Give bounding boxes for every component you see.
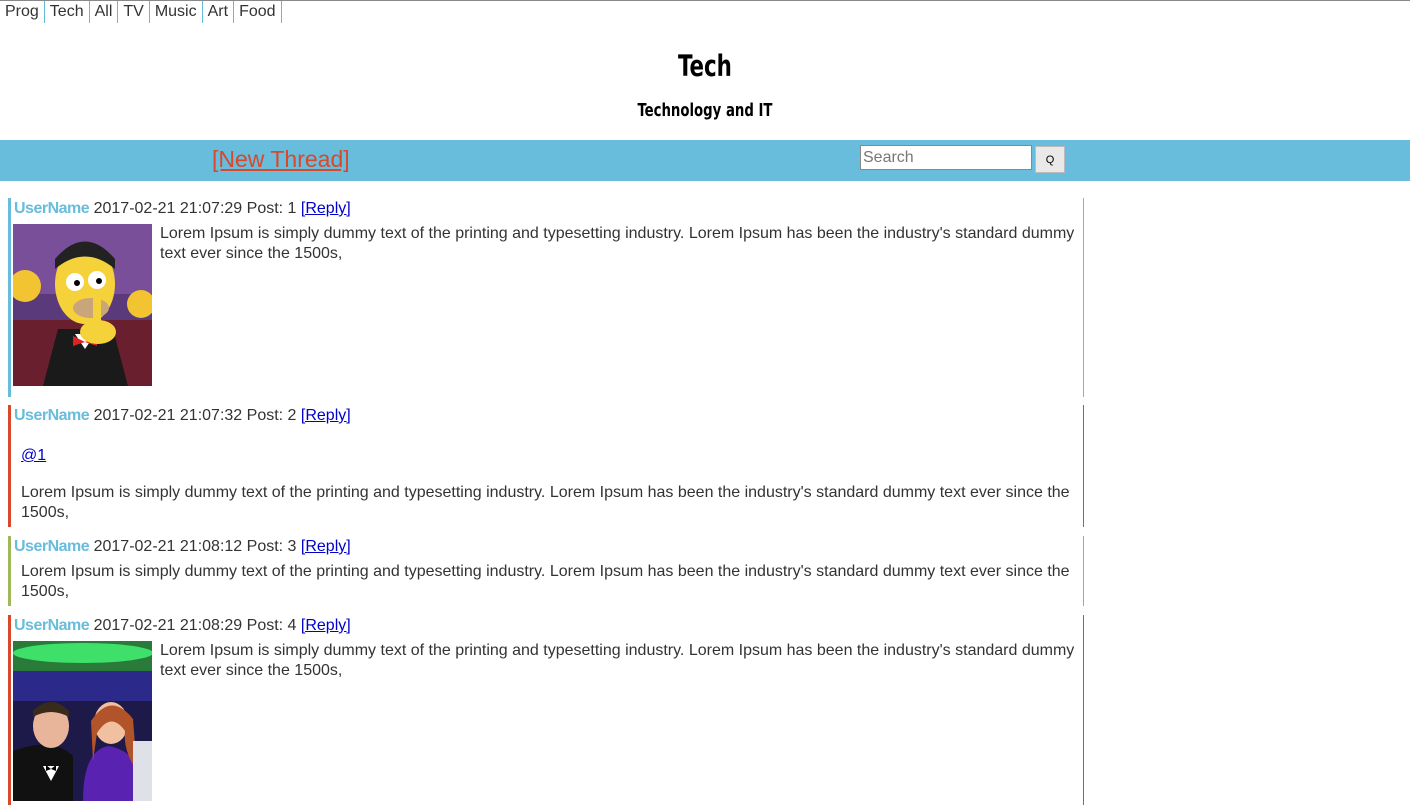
post-username[interactable]: UserName	[14, 407, 90, 424]
post-number: Post: 3	[246, 538, 297, 555]
post: UserName 2017-02-21 21:08:29 Post: 4 [Re…	[8, 615, 1084, 805]
post-username[interactable]: UserName	[14, 617, 90, 634]
post-username[interactable]: UserName	[14, 538, 90, 555]
post-date: 2017-02-21 21:08:29	[93, 617, 243, 634]
post-meta: UserName 2017-02-21 21:07:32 Post: 2 [Re…	[14, 407, 351, 425]
post-meta: UserName 2017-02-21 21:07:29 Post: 1 [Re…	[14, 200, 351, 218]
nav-item-art[interactable]: Art	[203, 1, 235, 23]
nav-item-tech[interactable]: Tech	[45, 1, 90, 23]
reply-link[interactable]: [Reply]	[301, 617, 351, 634]
post-username[interactable]: UserName	[14, 200, 90, 217]
nav-item-prog[interactable]: Prog	[0, 1, 45, 23]
post-meta: UserName 2017-02-21 21:08:12 Post: 3 [Re…	[14, 538, 351, 556]
post-date: 2017-02-21 21:07:32	[93, 407, 243, 424]
post-date: 2017-02-21 21:07:29	[93, 200, 243, 217]
nav-item-all[interactable]: All	[90, 1, 119, 23]
quote-link[interactable]: @1	[21, 447, 46, 465]
toolbar: [New Thread] Q	[0, 140, 1410, 181]
post-text: Lorem Ipsum is simply dummy text of the …	[160, 225, 1075, 262]
board-subtitle: Technology and IT	[637, 100, 773, 121]
reply-link[interactable]: [Reply]	[301, 538, 351, 555]
nav-item-tv[interactable]: TV	[118, 1, 150, 23]
post-text: Lorem Ipsum is simply dummy text of the …	[21, 563, 1070, 600]
post: UserName 2017-02-21 21:07:29 Post: 1 [Re…	[8, 198, 1084, 397]
post-date: 2017-02-21 21:08:12	[93, 538, 243, 555]
post: UserName 2017-02-21 21:08:12 Post: 3 [Re…	[8, 536, 1084, 606]
board-title: Tech	[678, 49, 732, 83]
post-text: Lorem Ipsum is simply dummy text of the …	[21, 484, 1070, 521]
post-image-cartoon[interactable]	[13, 224, 152, 386]
post-meta: UserName 2017-02-21 21:08:29 Post: 4 [Re…	[14, 617, 351, 635]
nav-item-music[interactable]: Music	[150, 1, 203, 23]
post-image-photo[interactable]	[13, 641, 152, 801]
reply-link[interactable]: [Reply]	[301, 407, 351, 424]
post-number: Post: 4	[246, 617, 297, 634]
post-number: Post: 2	[246, 407, 297, 424]
search-input[interactable]	[860, 145, 1032, 170]
post-text: Lorem Ipsum is simply dummy text of the …	[160, 642, 1075, 679]
reply-link[interactable]: [Reply]	[301, 200, 351, 217]
post: UserName 2017-02-21 21:07:32 Post: 2 [Re…	[8, 405, 1084, 527]
board-nav: Prog Tech All TV Music Art Food	[0, 1, 282, 23]
search-button[interactable]: Q	[1035, 146, 1065, 173]
new-thread-link[interactable]: [New Thread]	[212, 146, 350, 173]
post-number: Post: 1	[246, 200, 297, 217]
nav-item-food[interactable]: Food	[234, 1, 282, 23]
